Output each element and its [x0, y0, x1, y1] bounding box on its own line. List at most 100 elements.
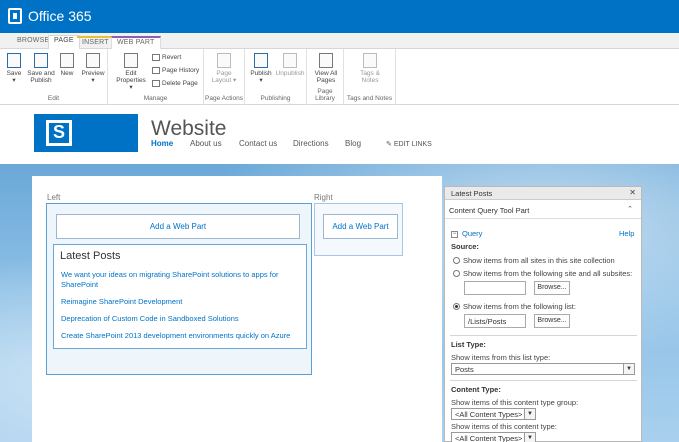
view-all-pages-icon: [319, 53, 333, 68]
save-publish-icon: [34, 53, 48, 68]
group-label-page-library: Page Library: [315, 88, 335, 102]
delete-page-label: Delete Page: [162, 80, 198, 88]
unpublish-icon: [283, 53, 297, 68]
view-all-pages-button[interactable]: View All Pages: [311, 53, 341, 84]
group-label-page-actions: Page Actions: [205, 95, 243, 102]
delete-icon: [152, 80, 160, 87]
preview-button[interactable]: Preview ▾: [80, 53, 106, 84]
edit-links-button[interactable]: ✎ EDIT LINKS: [386, 140, 432, 148]
page-layout-button[interactable]: Page Layout ▾: [209, 53, 239, 84]
publish-icon: [254, 53, 268, 68]
tags-notes-button[interactable]: Tags & Notes: [356, 53, 384, 84]
page-layout-icon: [217, 53, 231, 68]
office365-logo-icon[interactable]: [8, 8, 22, 24]
tab-insert[interactable]: INSERT: [77, 36, 114, 50]
post-link[interactable]: Deprecation of Custom Code in Sandboxed …: [61, 314, 301, 324]
latest-posts-web-part[interactable]: Latest Posts We want your ideas on migra…: [53, 244, 307, 349]
tab-page[interactable]: PAGE: [48, 35, 80, 50]
edit-links-label: EDIT LINKS: [393, 141, 432, 148]
history-icon: [152, 67, 160, 74]
nav-home[interactable]: Home: [151, 139, 173, 148]
new-page-icon: [60, 53, 74, 68]
ribbon-tab-row: BROWSE PAGE INSERT WEB PART: [0, 33, 679, 50]
browse-site-button[interactable]: Browse...: [534, 281, 570, 295]
save-button[interactable]: Save ▾: [5, 53, 23, 84]
unpublish-button[interactable]: Unpublish: [275, 53, 305, 77]
content-type-group-select[interactable]: <All Content Types> ▼: [451, 408, 536, 420]
revert-button[interactable]: Revert: [152, 54, 181, 61]
group-publishing: Publish ▾ Unpublish Publishing: [245, 49, 307, 105]
page-layout-label-1: Page: [216, 70, 232, 77]
edit-properties-icon: [124, 53, 138, 68]
tool-part-title: Content Query Tool Part: [449, 206, 530, 215]
minus-icon: −: [451, 230, 458, 238]
post-link[interactable]: Reimagine SharePoint Development: [61, 297, 301, 307]
content-type-description: Show items of this content type:: [451, 422, 557, 431]
nav-contact-us[interactable]: Contact us: [239, 139, 277, 148]
tags-label-2: Notes: [361, 77, 379, 84]
pencil-icon: ✎: [386, 141, 392, 148]
list-type-value: Posts: [455, 365, 474, 374]
source-option-list[interactable]: Show items from the following list:: [453, 302, 576, 311]
tags-label-1: Tags &: [360, 70, 380, 77]
group-manage: Edit Properties ▾ Revert Page History De…: [108, 49, 204, 105]
close-icon[interactable]: ✕: [629, 188, 636, 197]
tab-web-part[interactable]: WEB PART: [111, 36, 161, 50]
unpublish-label: Unpublish: [275, 70, 305, 77]
nav-blog[interactable]: Blog: [345, 139, 361, 148]
group-label-tags-notes: Tags and Notes: [346, 95, 393, 102]
query-section-toggle[interactable]: − Query: [451, 229, 482, 238]
add-web-part-left-button[interactable]: Add a Web Part: [56, 214, 300, 239]
radio-icon: [453, 256, 460, 264]
group-page-actions: Page Layout ▾ Page Actions: [204, 49, 245, 105]
web-part-title: Latest Posts: [60, 250, 121, 262]
site-title[interactable]: Website: [151, 117, 226, 141]
save-icon: [7, 53, 21, 68]
post-link[interactable]: Create SharePoint 2013 development envir…: [61, 331, 301, 341]
save-label: Save: [6, 70, 22, 77]
site-logo[interactable]: S: [34, 114, 138, 152]
left-zone-label: Left: [47, 193, 61, 202]
page-history-button[interactable]: Page History: [152, 67, 199, 74]
new-button[interactable]: New: [59, 53, 75, 77]
nav-directions[interactable]: Directions: [293, 139, 329, 148]
nav-about-us[interactable]: About us: [190, 139, 222, 148]
source-label: Source:: [451, 242, 479, 251]
edit-properties-button[interactable]: Edit Properties ▾: [114, 53, 148, 91]
tags-icon: [363, 53, 377, 68]
save-and-publish-button[interactable]: Save and Publish: [27, 53, 55, 84]
web-part-tool-pane: Latest Posts ✕ Content Query Tool Part ⌃…: [444, 186, 642, 442]
group-label-manage: Manage: [143, 95, 168, 102]
content-type-select[interactable]: <All Content Types> ▼: [451, 432, 536, 442]
suite-title[interactable]: Office 365: [28, 8, 92, 24]
content-type-group-value: <All Content Types>: [455, 410, 523, 419]
chevron-down-icon: ▼: [623, 364, 634, 374]
list-url-input[interactable]: /Lists/Posts: [464, 314, 526, 328]
right-zone-label: Right: [314, 193, 333, 202]
browse-list-button[interactable]: Browse...: [534, 314, 570, 328]
page-history-label: Page History: [162, 67, 200, 75]
edit-props-label-2: Properties: [116, 77, 146, 84]
site-url-input[interactable]: [464, 281, 526, 295]
revert-icon: [152, 54, 160, 61]
save-publish-label-2: Publish: [30, 77, 52, 84]
delete-page-button[interactable]: Delete Page: [152, 80, 198, 87]
source-opt3-label: Show items from the following list:: [463, 302, 576, 311]
source-option-site[interactable]: Show items from the following site and a…: [453, 269, 632, 278]
divider: [450, 335, 637, 336]
source-option-all-sites[interactable]: Show items from all sites in this site c…: [453, 256, 615, 265]
post-link[interactable]: We want your ideas on migrating SharePoi…: [61, 270, 301, 290]
content-type-value: <All Content Types>: [455, 434, 523, 442]
group-page-library: View All Pages Page Library: [307, 49, 344, 105]
publish-button[interactable]: Publish ▾: [249, 53, 273, 84]
tool-part-header: Content Query Tool Part ⌃: [445, 201, 641, 219]
collapse-icon[interactable]: ⌃: [627, 205, 633, 213]
page-layout-label-2: Layout: [211, 77, 232, 84]
tool-pane-header: Latest Posts ✕: [445, 187, 641, 200]
sharepoint-logo-icon: S: [46, 120, 72, 146]
radio-selected-icon: [453, 302, 460, 310]
list-type-select[interactable]: Posts ▼: [451, 363, 635, 375]
add-web-part-right-button[interactable]: Add a Web Part: [323, 214, 398, 239]
chevron-down-icon: ▼: [524, 433, 535, 442]
help-link[interactable]: Help: [619, 229, 634, 238]
